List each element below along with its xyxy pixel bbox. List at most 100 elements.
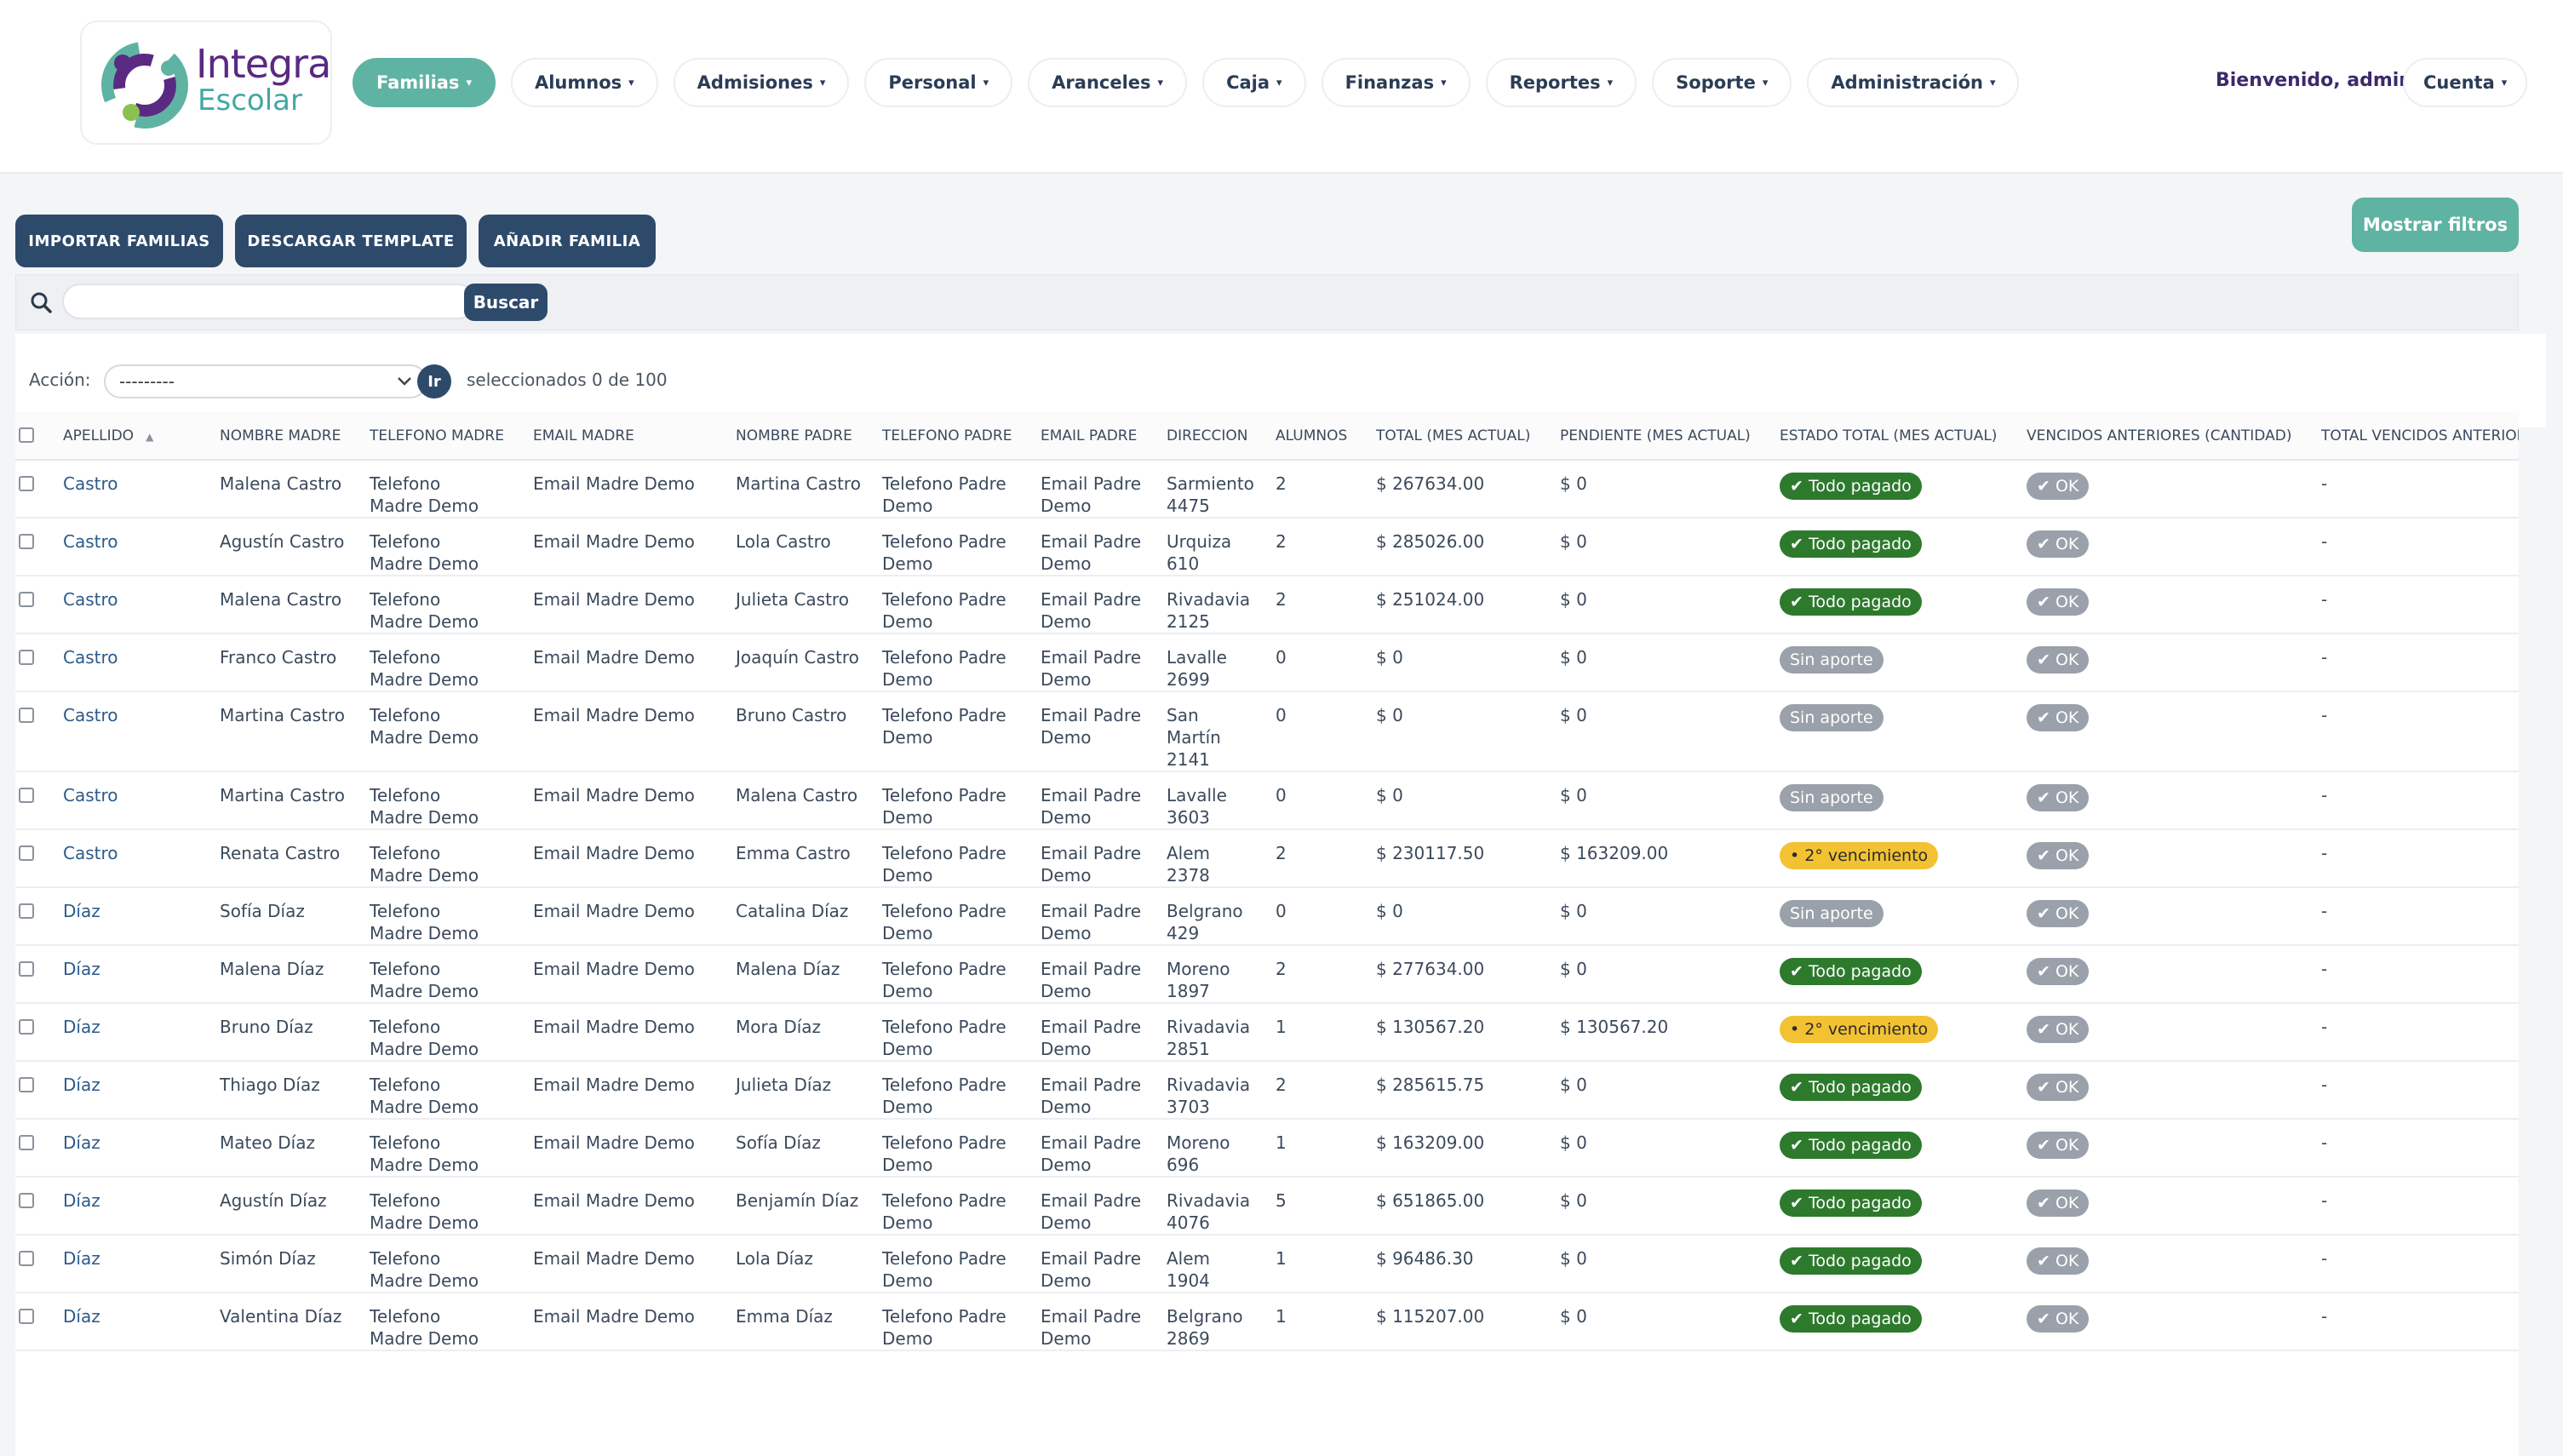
cell-alumnos: 0 (1272, 771, 1373, 830)
nav-caja[interactable]: Caja ▾ (1202, 58, 1306, 107)
cell-email-padre-text: Email Padre Demo (1041, 843, 1142, 886)
col-vencidos[interactable]: Vencidos anteriores (cantidad) (2023, 412, 2318, 461)
nav-admisiones[interactable]: Admisiones ▾ (673, 58, 850, 107)
nav-familias[interactable]: Familias ▾ (353, 58, 496, 107)
chevron-down-icon: ▾ (1607, 76, 1614, 89)
cell-telefono-madre-text: Telefono Madre Demo (370, 785, 479, 828)
col-alumnos[interactable]: Alumnos (1272, 412, 1373, 461)
search-input[interactable] (62, 284, 476, 319)
cell-telefono-padre-text: Telefono Padre Demo (882, 647, 1006, 690)
table-row[interactable]: Díaz Thiago Díaz Telefono Madre Demo Email … (15, 1061, 2519, 1120)
row-checkbox[interactable] (19, 903, 34, 919)
ok-badge: ✔ OK (2027, 704, 2090, 731)
table-row[interactable]: Díaz Agustín Díaz Telefono Madre Demo Email… (15, 1177, 2519, 1235)
cell-apellido[interactable]: Díaz (60, 1003, 216, 1062)
nav-personal[interactable]: Personal ▾ (864, 58, 1013, 107)
nav-soporte[interactable]: Soporte ▾ (1652, 58, 1792, 107)
cell-email-madre-text: Email Madre Demo (533, 1017, 695, 1037)
row-checkbox[interactable] (19, 1251, 34, 1266)
col-pendiente[interactable]: Pendiente (mes actual) (1557, 412, 1776, 461)
row-checkbox[interactable] (19, 1193, 34, 1208)
nav-finanzas[interactable]: Finanzas ▾ (1321, 58, 1471, 107)
search-button[interactable]: Buscar (464, 284, 548, 321)
table-row[interactable]: Castro Renata Castro Telefono Madre Demo Em… (15, 829, 2519, 888)
col-apellido[interactable]: Apellido ▲ (60, 412, 216, 461)
cell-apellido[interactable]: Díaz (60, 1293, 216, 1351)
cell-apellido[interactable]: Castro (60, 576, 216, 634)
col-nombre-padre[interactable]: Nombre padre (732, 412, 879, 461)
cell-email-padre: Email Padre Demo (1037, 829, 1163, 888)
table-row[interactable]: Díaz Malena Díaz Telefono Madre Demo Email … (15, 945, 2519, 1004)
nav-reportes[interactable]: Reportes ▾ (1485, 58, 1637, 107)
cell-telefono-madre: Telefono Madre Demo (366, 691, 530, 772)
cell-apellido[interactable]: Díaz (60, 945, 216, 1004)
row-checkbox[interactable] (19, 1135, 34, 1150)
cell-total-vencidos: - (2318, 1119, 2519, 1178)
cell-apellido[interactable]: Castro (60, 460, 216, 519)
col-telefono-madre[interactable]: Telefono madre (366, 412, 530, 461)
row-checkbox[interactable] (19, 650, 34, 665)
table-row[interactable]: Díaz Simón Díaz Telefono Madre Demo Email M… (15, 1235, 2519, 1293)
cell-nombre-madre: Martina Castro (216, 691, 366, 772)
cell-estado: ✔ Todo pagado (1776, 1061, 2023, 1120)
go-button[interactable]: Ir (417, 364, 451, 398)
cell-apellido[interactable]: Díaz (60, 1061, 216, 1120)
row-select-cell (15, 887, 60, 946)
row-checkbox[interactable] (19, 534, 34, 549)
cell-apellido[interactable]: Castro (60, 771, 216, 830)
row-checkbox[interactable] (19, 1077, 34, 1092)
action-select[interactable]: --------- (104, 364, 427, 398)
row-checkbox[interactable] (19, 1309, 34, 1324)
add-family-button[interactable]: AÑADIR FAMILIA (479, 215, 656, 267)
cell-telefono-padre: Telefono Padre Demo (879, 1177, 1037, 1235)
row-checkbox[interactable] (19, 708, 34, 723)
cell-apellido[interactable]: Díaz (60, 887, 216, 946)
col-nombre-madre[interactable]: Nombre madre (216, 412, 366, 461)
cell-pendiente-text: $ 163209.00 (1560, 843, 1669, 863)
cell-pendiente: $ 0 (1557, 460, 1776, 519)
cell-telefono-madre: Telefono Madre Demo (366, 771, 530, 830)
row-checkbox[interactable] (19, 788, 34, 803)
logo[interactable]: Integra Escolar (80, 20, 332, 145)
col-total-vencidos[interactable]: Total vencidos anteriores (2318, 412, 2519, 461)
table-row[interactable]: Castro Martina Castro Telefono Madre Demo E… (15, 771, 2519, 830)
nav-administracion[interactable]: Administración ▾ (1807, 58, 2020, 107)
row-checkbox[interactable] (19, 846, 34, 861)
col-telefono-padre[interactable]: Telefono padre (879, 412, 1037, 461)
select-all-checkbox[interactable] (19, 427, 34, 443)
table-row[interactable]: Castro Malena Castro Telefono Madre Demo Em… (15, 460, 2519, 519)
cell-apellido[interactable]: Castro (60, 691, 216, 772)
col-total[interactable]: Total (mes actual) (1373, 412, 1557, 461)
cell-telefono-madre-text: Telefono Madre Demo (370, 473, 479, 516)
col-email-madre[interactable]: Email madre (530, 412, 732, 461)
table-row[interactable]: Castro Malena Castro Telefono Madre Demo Em… (15, 576, 2519, 634)
col-estado[interactable]: Estado total (mes actual) (1776, 412, 2023, 461)
cell-apellido[interactable]: Castro (60, 633, 216, 692)
nav-alumnos[interactable]: Alumnos ▾ (510, 58, 658, 107)
row-checkbox[interactable] (19, 476, 34, 491)
show-filters-button[interactable]: Mostrar filtros (2352, 198, 2519, 252)
cell-alumnos: 0 (1272, 691, 1373, 772)
col-direccion[interactable]: Direccion (1163, 412, 1272, 461)
table-row[interactable]: Castro Agustín Castro Telefono Madre Demo E… (15, 518, 2519, 576)
table-row[interactable]: Castro Franco Castro Telefono Madre Demo Em… (15, 633, 2519, 692)
account-menu-button[interactable]: Cuenta ▾ (2403, 58, 2528, 107)
table-row[interactable]: Díaz Bruno Díaz Telefono Madre Demo Email M… (15, 1003, 2519, 1062)
cell-apellido[interactable]: Castro (60, 829, 216, 888)
row-checkbox[interactable] (19, 961, 34, 977)
row-checkbox[interactable] (19, 592, 34, 607)
cell-apellido[interactable]: Díaz (60, 1235, 216, 1293)
table-row[interactable]: Castro Martina Castro Telefono Madre Demo E… (15, 691, 2519, 772)
cell-apellido[interactable]: Díaz (60, 1177, 216, 1235)
status-badge: ✔ Todo pagado (1780, 1247, 1922, 1275)
cell-apellido[interactable]: Castro (60, 518, 216, 576)
row-checkbox[interactable] (19, 1019, 34, 1035)
nav-aranceles[interactable]: Aranceles ▾ (1028, 58, 1188, 107)
cell-apellido[interactable]: Díaz (60, 1119, 216, 1178)
table-row[interactable]: Díaz Valentina Díaz Telefono Madre Demo Ema… (15, 1293, 2519, 1351)
table-row[interactable]: Díaz Mateo Díaz Telefono Madre Demo Email M… (15, 1119, 2519, 1178)
download-template-button[interactable]: DESCARGAR TEMPLATE (235, 215, 467, 267)
table-row[interactable]: Díaz Sofía Díaz Telefono Madre Demo Email M… (15, 887, 2519, 946)
import-families-button[interactable]: IMPORTAR FAMILIAS (15, 215, 223, 267)
col-email-padre[interactable]: Email padre (1037, 412, 1163, 461)
